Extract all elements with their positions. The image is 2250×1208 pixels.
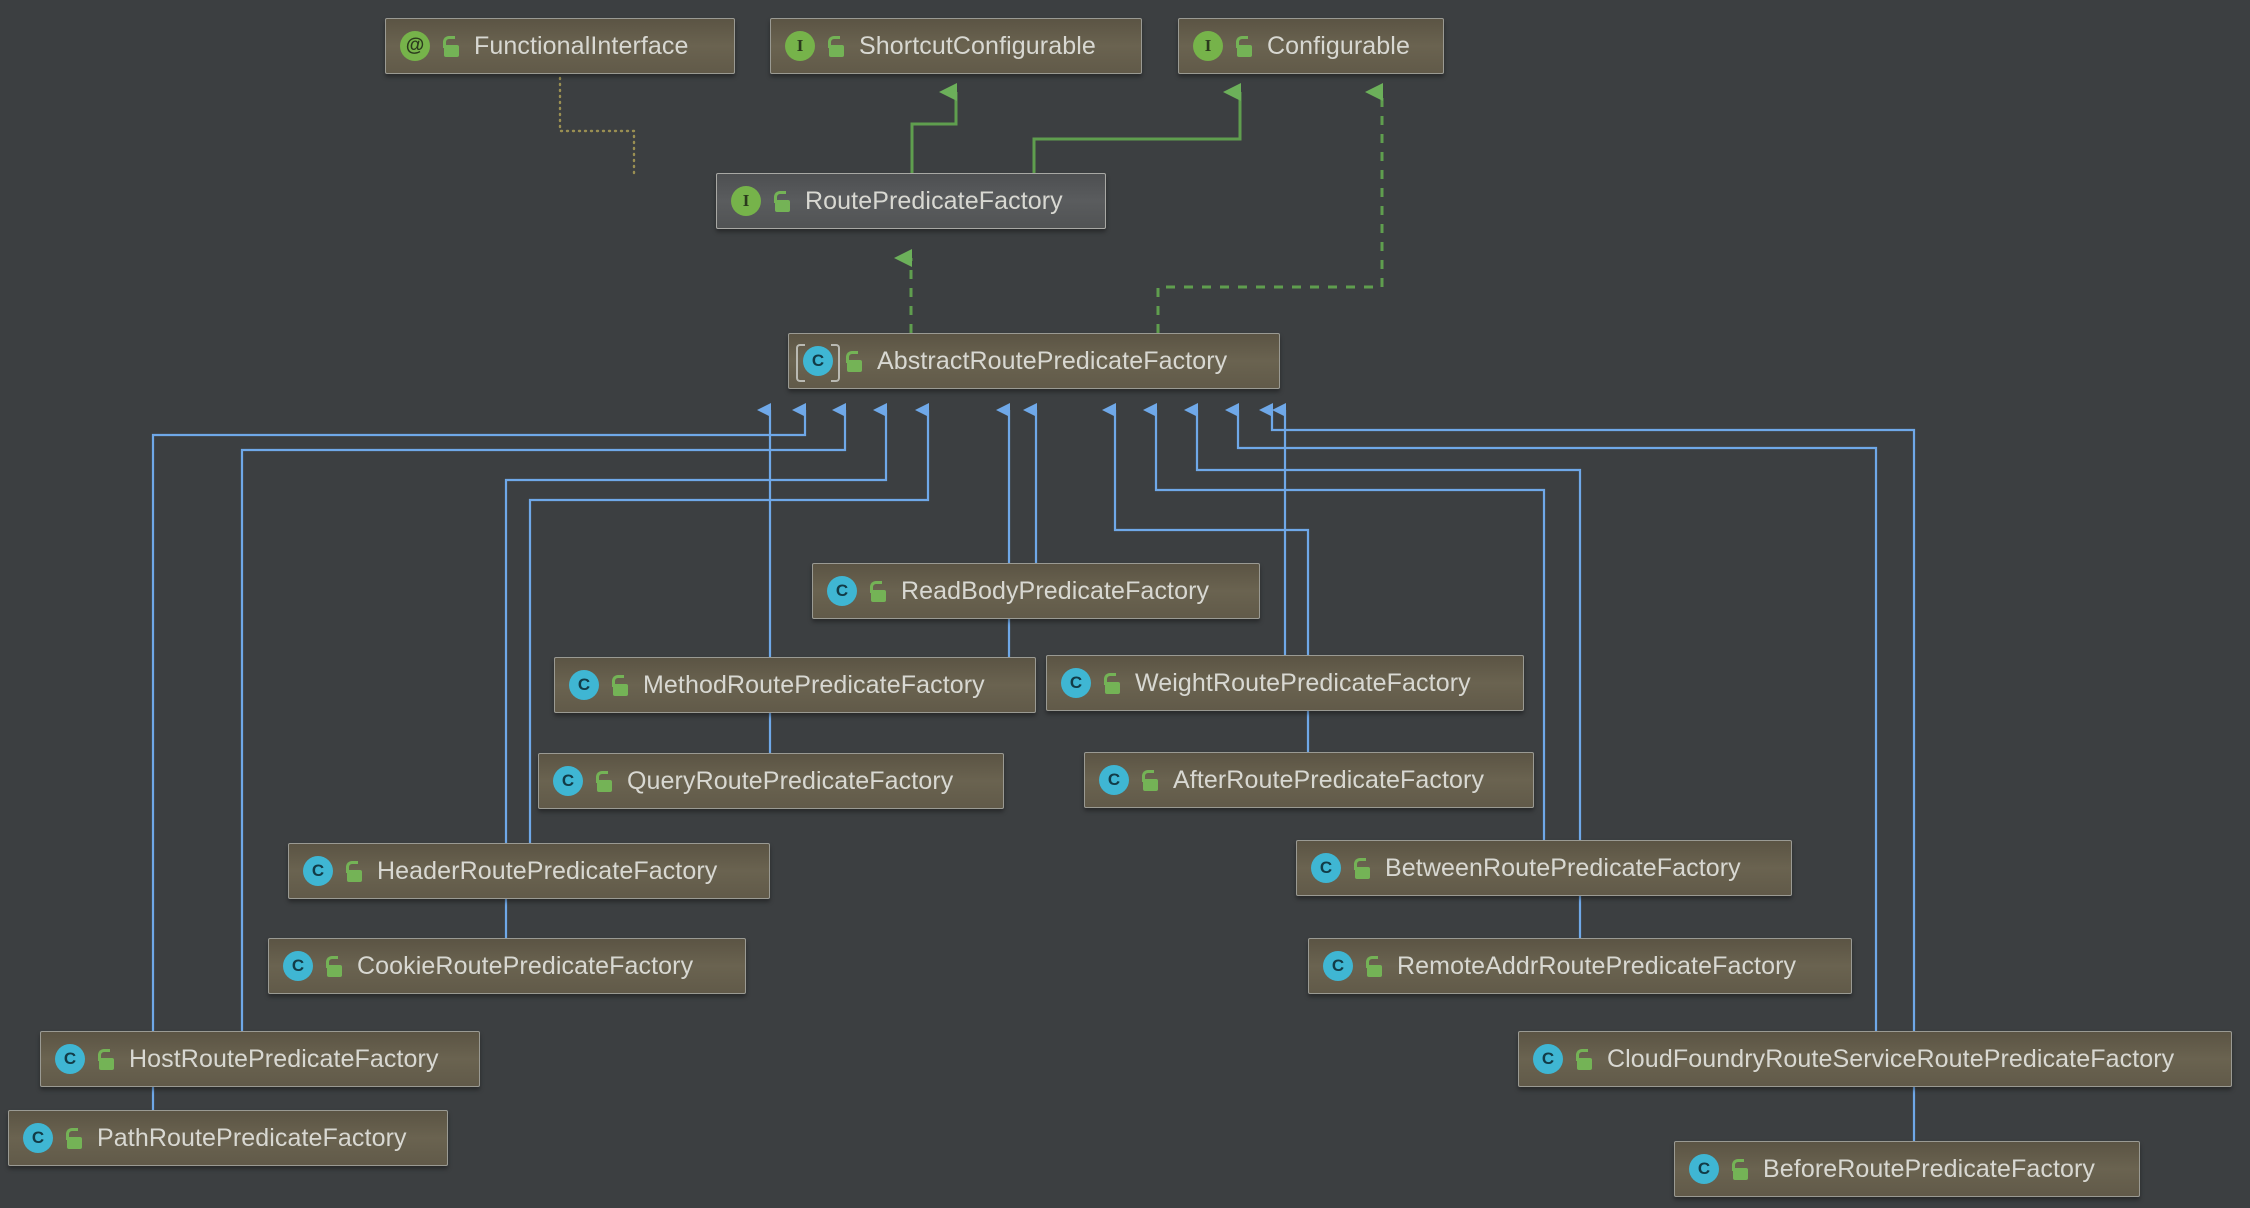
edge-route-predicate-factory-to-shortcut-configurable — [910, 83, 958, 173]
unlocked-padlock-icon — [1731, 1158, 1751, 1180]
unlocked-padlock-icon — [442, 35, 462, 57]
node-label: ReadBodyPredicateFactory — [901, 576, 1210, 605]
node-between-route-predicate-factory[interactable]: C BetweenRoutePredicateFactory — [1296, 840, 1792, 896]
node-label: AfterRoutePredicateFactory — [1173, 765, 1485, 794]
node-label: ShortcutConfigurable — [859, 31, 1096, 60]
node-cookie-route-predicate-factory[interactable]: C CookieRoutePredicateFactory — [268, 938, 746, 994]
node-shortcut-configurable[interactable]: I ShortcutConfigurable — [770, 18, 1142, 74]
node-label: MethodRoutePredicateFactory — [643, 670, 985, 699]
class-icon: C — [1533, 1044, 1563, 1074]
class-icon: C — [283, 951, 313, 981]
node-before-route-predicate-factory[interactable]: C BeforeRoutePredicateFactory — [1674, 1141, 2140, 1197]
node-label: Configurable — [1267, 31, 1410, 60]
node-label: QueryRoutePredicateFactory — [627, 766, 954, 795]
unlocked-padlock-icon — [611, 674, 631, 696]
unlocked-padlock-icon — [595, 770, 615, 792]
unlocked-padlock-icon — [1365, 955, 1385, 977]
unlocked-padlock-icon — [1103, 672, 1123, 694]
unlocked-padlock-icon — [1141, 769, 1161, 791]
unlocked-padlock-icon — [845, 350, 865, 372]
node-label: RemoteAddrRoutePredicateFactory — [1397, 951, 1797, 980]
interface-icon: I — [731, 186, 761, 216]
node-query-route-predicate-factory[interactable]: C QueryRoutePredicateFactory — [538, 753, 1004, 809]
interface-icon: I — [1193, 31, 1223, 61]
node-route-predicate-factory[interactable]: I RoutePredicateFactory — [716, 173, 1106, 229]
uml-class-diagram: @ FunctionalInterface I ShortcutConfigur… — [0, 0, 2250, 1208]
class-icon: C — [1323, 951, 1353, 981]
node-label: CloudFoundryRouteServiceRoutePredicateFa… — [1607, 1044, 2175, 1073]
unlocked-padlock-icon — [869, 580, 889, 602]
unlocked-padlock-icon — [1575, 1048, 1595, 1070]
class-icon: C — [303, 856, 333, 886]
node-label: HeaderRoutePredicateFactory — [377, 856, 718, 885]
node-after-route-predicate-factory[interactable]: C AfterRoutePredicateFactory — [1084, 752, 1534, 808]
unlocked-padlock-icon — [827, 35, 847, 57]
class-icon: C — [1689, 1154, 1719, 1184]
class-icon: C — [55, 1044, 85, 1074]
class-icon: C — [23, 1123, 53, 1153]
node-abstract-route-predicate-factory[interactable]: C AbstractRoutePredicateFactory — [788, 333, 1280, 389]
node-label: FunctionalInterface — [474, 31, 689, 60]
unlocked-padlock-icon — [97, 1048, 117, 1070]
node-cloud-foundry-route-service-route-predicate-factory[interactable]: C CloudFoundryRouteServiceRoutePredicate… — [1518, 1031, 2232, 1087]
node-read-body-predicate-factory[interactable]: C ReadBodyPredicateFactory — [812, 563, 1260, 619]
edge-route-predicate-factory-to-configurable — [1032, 83, 1242, 173]
class-icon: C — [569, 670, 599, 700]
abstract-class-icon: C — [796, 344, 840, 382]
node-label: BeforeRoutePredicateFactory — [1763, 1154, 2096, 1183]
unlocked-padlock-icon — [1235, 35, 1255, 57]
node-host-route-predicate-factory[interactable]: C HostRoutePredicateFactory — [40, 1031, 480, 1087]
node-label: PathRoutePredicateFactory — [97, 1123, 407, 1152]
node-configurable[interactable]: I Configurable — [1178, 18, 1444, 74]
annotation-icon: @ — [400, 31, 430, 61]
node-header-route-predicate-factory[interactable]: C HeaderRoutePredicateFactory — [288, 843, 770, 899]
interface-icon: I — [785, 31, 815, 61]
node-label: HostRoutePredicateFactory — [129, 1044, 439, 1073]
node-label: AbstractRoutePredicateFactory — [877, 346, 1228, 375]
node-label: BetweenRoutePredicateFactory — [1385, 853, 1741, 882]
class-icon: C — [1099, 765, 1129, 795]
edge-route-predicate-factory-to-functional-interface — [558, 74, 636, 175]
edge-abstract-to-configurable — [1156, 83, 1384, 333]
class-icon: C — [1311, 853, 1341, 883]
node-path-route-predicate-factory[interactable]: C PathRoutePredicateFactory — [8, 1110, 448, 1166]
unlocked-padlock-icon — [345, 860, 365, 882]
class-icon: C — [1061, 668, 1091, 698]
unlocked-padlock-icon — [1353, 857, 1373, 879]
node-method-route-predicate-factory[interactable]: C MethodRoutePredicateFactory — [554, 657, 1036, 713]
class-icon: C — [553, 766, 583, 796]
node-label: RoutePredicateFactory — [805, 186, 1063, 215]
unlocked-padlock-icon — [325, 955, 345, 977]
node-weight-route-predicate-factory[interactable]: C WeightRoutePredicateFactory — [1046, 655, 1524, 711]
node-remote-addr-route-predicate-factory[interactable]: C RemoteAddrRoutePredicateFactory — [1308, 938, 1852, 994]
node-functional-interface[interactable]: @ FunctionalInterface — [385, 18, 735, 74]
class-icon: C — [827, 576, 857, 606]
unlocked-padlock-icon — [65, 1127, 85, 1149]
node-label: WeightRoutePredicateFactory — [1135, 668, 1471, 697]
unlocked-padlock-icon — [773, 190, 793, 212]
node-label: CookieRoutePredicateFactory — [357, 951, 694, 980]
